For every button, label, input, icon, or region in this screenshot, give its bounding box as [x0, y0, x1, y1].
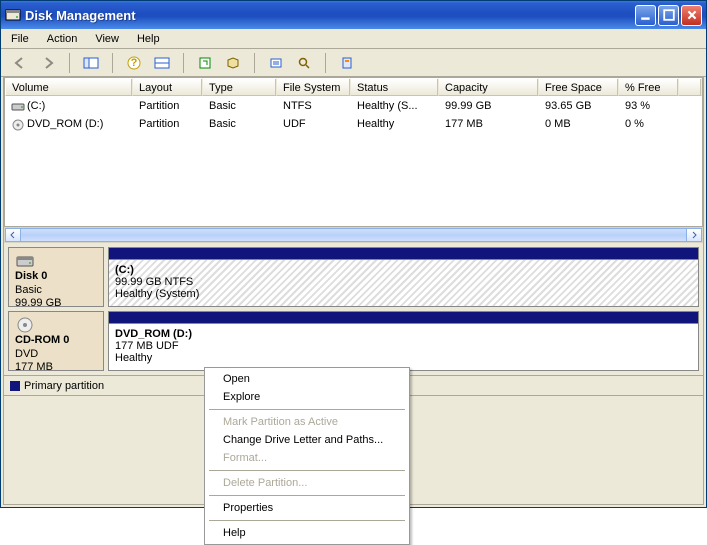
graphical-view: Disk 0Basic99.99 GBOnline(C:)99.99 GB NT…: [4, 243, 703, 375]
disk-label[interactable]: CD-ROM 0DVD177 MBOnline: [8, 311, 104, 371]
hdd-icon: [11, 101, 25, 111]
partition-color-bar: [108, 247, 699, 259]
context-menu-item[interactable]: Change Drive Letter and Paths...: [207, 431, 407, 449]
legend-swatch-primary: [10, 381, 20, 391]
window-title: Disk Management: [25, 8, 635, 23]
menu-separator: [209, 520, 405, 521]
header-layout[interactable]: Layout: [133, 78, 203, 96]
header-status[interactable]: Status: [351, 78, 439, 96]
table-row[interactable]: DVD_ROM (D:)PartitionBasicUDFHealthy177 …: [5, 114, 702, 132]
context-menu-item[interactable]: Open: [207, 370, 407, 388]
toolbar: ?: [1, 49, 706, 77]
partition-color-bar: [108, 311, 699, 323]
settings-button[interactable]: [265, 52, 287, 74]
table-header-row: Volume Layout Type File System Status Ca…: [5, 78, 702, 96]
help-button[interactable]: ?: [123, 52, 145, 74]
menu-bar: File Action View Help: [1, 29, 706, 49]
context-menu-item: Delete Partition...: [207, 474, 407, 492]
scroll-right-button[interactable]: [686, 228, 702, 242]
disk-graphic: (C:)99.99 GB NTFSHealthy (System): [108, 247, 699, 307]
volume-table: Volume Layout Type File System Status Ca…: [4, 77, 703, 227]
panel-button[interactable]: [151, 52, 173, 74]
header-volume[interactable]: Volume: [5, 78, 133, 96]
svg-text:?: ?: [131, 57, 138, 69]
scroll-left-button[interactable]: [5, 228, 21, 242]
menu-separator: [209, 495, 405, 496]
app-icon: [5, 7, 21, 23]
menu-action[interactable]: Action: [43, 31, 82, 47]
header-filesystem[interactable]: File System: [277, 78, 351, 96]
back-button[interactable]: [9, 52, 31, 74]
context-menu-item: Mark Partition as Active: [207, 413, 407, 431]
header-capacity[interactable]: Capacity: [439, 78, 539, 96]
cd-icon: [15, 316, 35, 334]
table-body: (C:)PartitionBasicNTFSHealthy (S...99.99…: [5, 96, 702, 226]
search-button[interactable]: [293, 52, 315, 74]
context-menu-item[interactable]: Properties: [207, 499, 407, 517]
menu-file[interactable]: File: [7, 31, 33, 47]
window: Disk Management File Action View Help ?: [0, 0, 707, 508]
wizard-button[interactable]: [336, 52, 358, 74]
context-menu: OpenExplore Mark Partition as ActiveChang…: [204, 367, 410, 545]
maximize-button[interactable]: [658, 5, 679, 26]
disk-row: CD-ROM 0DVD177 MBOnlineDVD_ROM (D:)177 M…: [8, 311, 699, 371]
menu-help[interactable]: Help: [133, 31, 164, 47]
header-freespace[interactable]: Free Space: [539, 78, 619, 96]
hdd-icon: [15, 252, 35, 270]
menu-view[interactable]: View: [91, 31, 123, 47]
content-area: Volume Layout Type File System Status Ca…: [3, 77, 704, 505]
header-pctfree[interactable]: % Free: [619, 78, 679, 96]
partition-box[interactable]: DVD_ROM (D:)177 MB UDFHealthy: [108, 323, 699, 371]
menu-separator: [209, 409, 405, 410]
title-bar[interactable]: Disk Management: [1, 1, 706, 29]
header-type[interactable]: Type: [203, 78, 277, 96]
scroll-track[interactable]: [21, 228, 686, 242]
close-button[interactable]: [681, 5, 702, 26]
context-menu-item: Format...: [207, 449, 407, 467]
cd-icon: [11, 119, 25, 129]
disk-graphic: DVD_ROM (D:)177 MB UDFHealthy: [108, 311, 699, 371]
legend-label: Primary partition: [24, 380, 104, 392]
forward-button[interactable]: [37, 52, 59, 74]
table-row[interactable]: (C:)PartitionBasicNTFSHealthy (S...99.99…: [5, 96, 702, 114]
minimize-button[interactable]: [635, 5, 656, 26]
disk-label[interactable]: Disk 0Basic99.99 GBOnline: [8, 247, 104, 307]
context-menu-item[interactable]: Help: [207, 524, 407, 542]
header-spacer: [679, 78, 702, 96]
context-menu-item[interactable]: Explore: [207, 388, 407, 406]
menu-separator: [209, 470, 405, 471]
refresh-button[interactable]: [194, 52, 216, 74]
disk-row: Disk 0Basic99.99 GBOnline(C:)99.99 GB NT…: [8, 247, 699, 307]
horizontal-scrollbar[interactable]: [4, 227, 703, 243]
rescan-button[interactable]: [222, 52, 244, 74]
console-tree-button[interactable]: [80, 52, 102, 74]
partition-box[interactable]: (C:)99.99 GB NTFSHealthy (System): [108, 259, 699, 307]
